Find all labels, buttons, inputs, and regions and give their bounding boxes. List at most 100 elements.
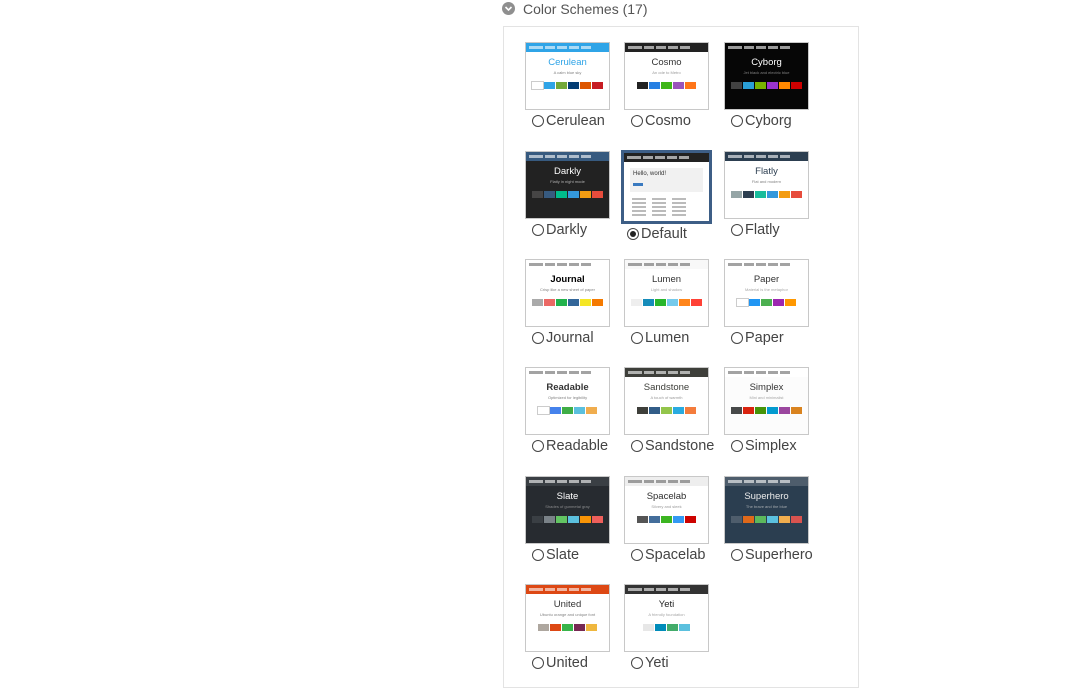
thumbnail-buttons (725, 516, 808, 523)
radio-button[interactable] (532, 657, 544, 669)
thumbnail-buttons (526, 406, 609, 415)
thumbnail-title: Sandstone (643, 382, 690, 393)
scheme-radio-paper[interactable]: Paper (731, 330, 784, 346)
scheme-option-superhero[interactable]: Superhero The brave and the blue Superhero (714, 476, 834, 566)
thumbnail-subtitle: A calm blue sky (553, 70, 582, 75)
scheme-radio-readable[interactable]: Readable (532, 438, 608, 454)
scheme-radio-flatly[interactable]: Flatly (731, 222, 780, 238)
thumbnail-subtitle: Jet black and electric blue (743, 70, 790, 75)
scheme-thumbnail-darkly[interactable]: Darkly Flatly in night mode (525, 151, 610, 219)
thumbnail-navbar (625, 260, 708, 269)
scheme-thumbnail-cyborg[interactable]: Cyborg Jet black and electric blue (724, 42, 809, 110)
thumbnail-navbar (625, 43, 708, 52)
scheme-thumbnail-journal[interactable]: Journal Crisp like a new sheet of paper (525, 259, 610, 327)
thumbnail-navbar (725, 368, 808, 377)
thumbnail-subtitle: Shades of gunmetal gray (545, 504, 590, 509)
thumbnail-buttons (625, 82, 708, 89)
thumbnail-subtitle: Mini and minimalist (749, 395, 784, 400)
scheme-label: Simplex (745, 438, 797, 454)
scheme-option-flatly[interactable]: Flatly Flat and modern Flatly (714, 151, 834, 241)
radio-button[interactable] (532, 332, 544, 344)
scheme-label: Journal (546, 330, 594, 346)
scheme-label: Spacelab (645, 547, 706, 563)
scheme-radio-darkly[interactable]: Darkly (532, 222, 587, 238)
scheme-radio-simplex[interactable]: Simplex (731, 438, 797, 454)
scheme-thumbnail-simplex[interactable]: Simplex Mini and minimalist (724, 367, 809, 435)
thumbnail-title: Yeti (658, 599, 675, 610)
thumbnail-subtitle: Flat and modern (751, 179, 782, 184)
scheme-thumbnail-sandstone[interactable]: Sandstone A touch of warmth (624, 367, 709, 435)
scheme-thumbnail-cerulean[interactable]: Cerulean A calm blue sky (525, 42, 610, 110)
thumbnail-subtitle: Flatly in night mode (550, 179, 585, 184)
thumbnail-jumbotron: Hello, world! (630, 168, 703, 192)
scheme-thumbnail-yeti[interactable]: Yeti A friendly foundation (624, 584, 709, 652)
thumbnail-navbar (625, 368, 708, 377)
chevron-down-icon (502, 2, 515, 15)
scheme-radio-slate[interactable]: Slate (532, 547, 579, 563)
thumbnail-navbar (526, 260, 609, 269)
radio-button[interactable] (631, 440, 643, 452)
scheme-option-paper[interactable]: Paper Material is the metaphor Paper (714, 259, 834, 349)
scheme-thumbnail-superhero[interactable]: Superhero The brave and the blue (724, 476, 809, 544)
thumbnail-title: Cosmo (651, 57, 682, 68)
thumbnail-columns (624, 192, 709, 218)
scheme-thumbnail-cosmo[interactable]: Cosmo An ode to Metro (624, 42, 709, 110)
radio-button[interactable] (532, 115, 544, 127)
thumbnail-title: Journal (550, 274, 585, 285)
color-schemes-header[interactable]: Color Schemes (17) (502, 0, 648, 17)
thumbnail-buttons (725, 191, 808, 198)
scheme-thumbnail-united[interactable]: United Ubuntu orange and unique font (525, 584, 610, 652)
thumbnail-subtitle: An ode to Metro (652, 70, 681, 75)
thumbnail-buttons (526, 191, 609, 198)
radio-button[interactable] (731, 440, 743, 452)
radio-button[interactable] (731, 115, 743, 127)
radio-button[interactable] (627, 228, 639, 240)
scheme-radio-cosmo[interactable]: Cosmo (631, 113, 691, 129)
scheme-thumbnail-readable[interactable]: Readable Optimized for legibility (525, 367, 610, 435)
scheme-radio-lumen[interactable]: Lumen (631, 330, 689, 346)
scheme-label: Lumen (645, 330, 690, 346)
scheme-radio-united[interactable]: United (532, 655, 588, 671)
thumbnail-buttons (625, 299, 708, 306)
scheme-thumbnail-flatly[interactable]: Flatly Flat and modern (724, 151, 809, 219)
scheme-radio-superhero[interactable]: Superhero (731, 547, 813, 563)
section-title: Color Schemes (17) (523, 0, 648, 17)
radio-button[interactable] (532, 549, 544, 561)
radio-button[interactable] (731, 549, 743, 561)
scheme-thumbnail-default[interactable]: Hello, world! (621, 150, 712, 224)
radio-button[interactable] (631, 657, 643, 669)
thumbnail-buttons (725, 298, 808, 307)
radio-button[interactable] (532, 440, 544, 452)
scheme-thumbnail-spacelab[interactable]: Spacelab Silvery and sleek (624, 476, 709, 544)
scheme-radio-cerulean[interactable]: Cerulean (532, 113, 605, 129)
thumbnail-navbar (526, 477, 609, 486)
scheme-option-yeti[interactable]: Yeti A friendly foundation Yeti (614, 584, 734, 674)
thumbnail-title: Superhero (744, 491, 789, 502)
thumbnail-subtitle: Ubuntu orange and unique font (539, 612, 596, 617)
radio-button[interactable] (731, 332, 743, 344)
color-schemes-panel: Cerulean A calm blue sky Cerulean Cosmo An o… (503, 26, 859, 688)
scheme-label: Cyborg (745, 113, 792, 129)
radio-button[interactable] (631, 549, 643, 561)
radio-button[interactable] (631, 115, 643, 127)
scheme-option-cyborg[interactable]: Cyborg Jet black and electric blue Cyborg (714, 42, 834, 132)
scheme-radio-default[interactable]: Default (627, 226, 687, 242)
thumbnail-subtitle: Material is the metaphor (745, 287, 788, 292)
scheme-radio-spacelab[interactable]: Spacelab (631, 547, 705, 563)
radio-button[interactable] (631, 332, 643, 344)
scheme-label: Flatly (745, 222, 780, 238)
radio-button[interactable] (532, 224, 544, 236)
scheme-thumbnail-lumen[interactable]: Lumen Light and shadow (624, 259, 709, 327)
thumbnail-title: Spacelab (646, 491, 687, 502)
scheme-thumbnail-paper[interactable]: Paper Material is the metaphor (724, 259, 809, 327)
scheme-radio-yeti[interactable]: Yeti (631, 655, 669, 671)
thumbnail-buttons (526, 624, 609, 631)
thumbnail-title: United (553, 599, 582, 610)
radio-button[interactable] (731, 224, 743, 236)
scheme-thumbnail-slate[interactable]: Slate Shades of gunmetal gray (525, 476, 610, 544)
scheme-radio-cyborg[interactable]: Cyborg (731, 113, 792, 129)
thumbnail-subtitle: Crisp like a new sheet of paper (540, 287, 595, 292)
scheme-radio-sandstone[interactable]: Sandstone (631, 438, 714, 454)
scheme-radio-journal[interactable]: Journal (532, 330, 594, 346)
scheme-option-simplex[interactable]: Simplex Mini and minimalist Simplex (714, 367, 834, 457)
